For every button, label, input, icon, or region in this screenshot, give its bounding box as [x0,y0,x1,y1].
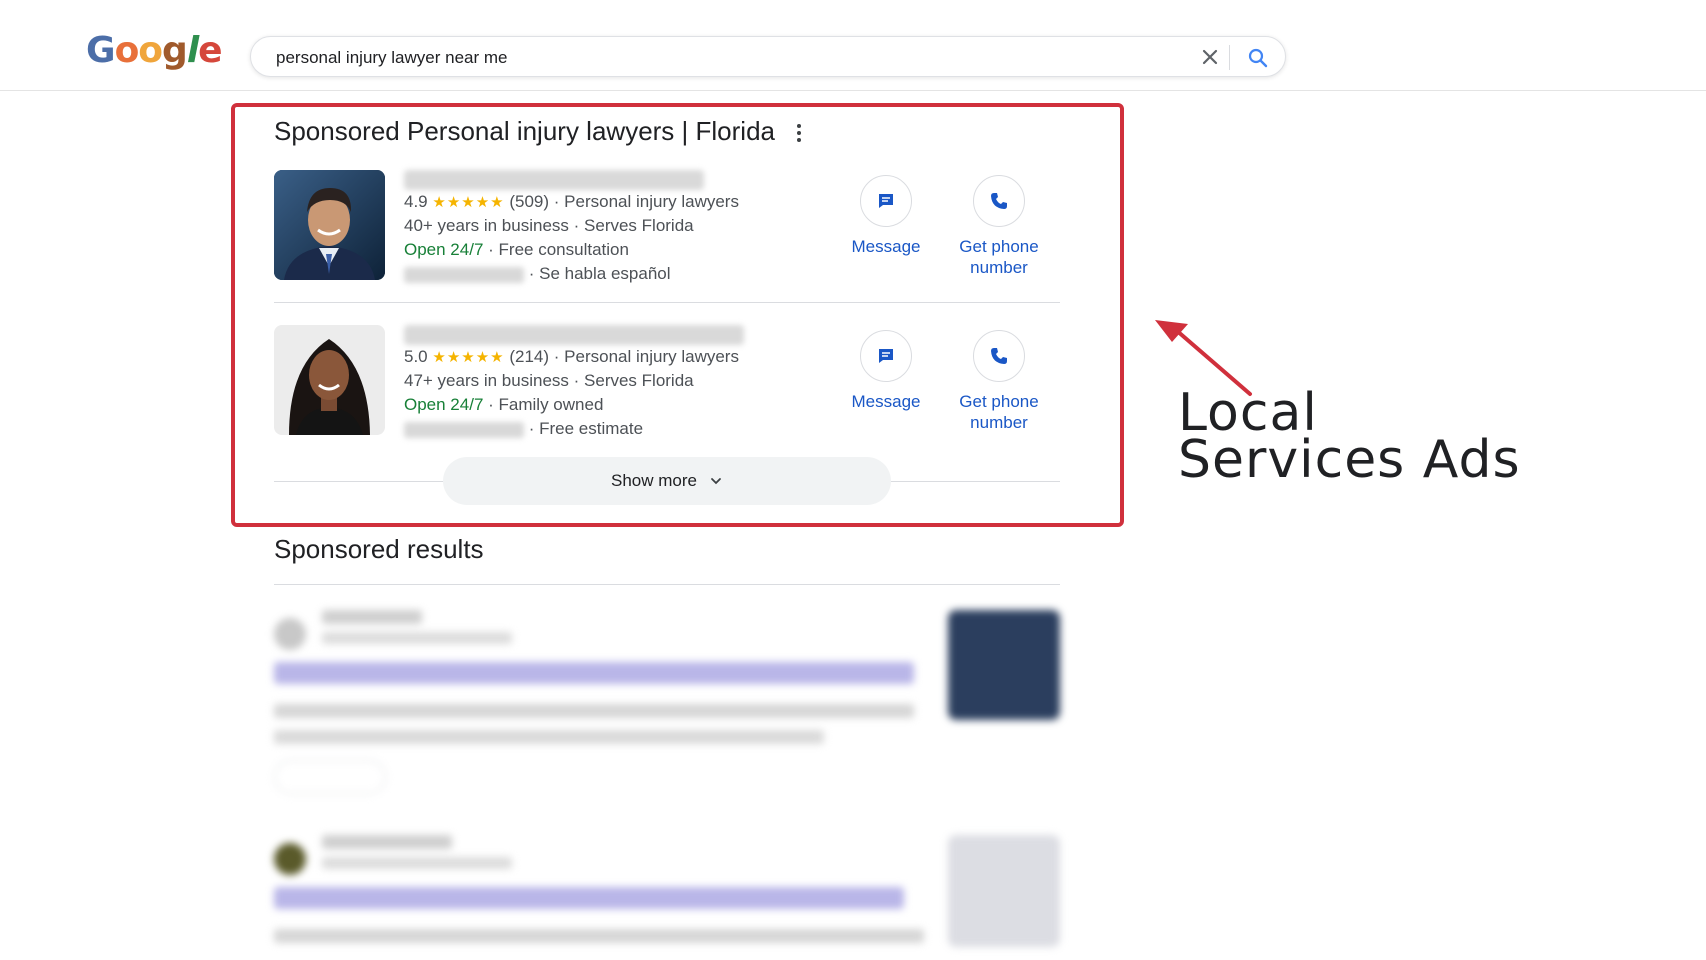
phone-label: Get phone number [959,392,1039,432]
review-count: (214) [509,347,550,366]
site-url-redacted [322,857,512,869]
business-name-redacted[interactable] [404,325,744,345]
lsa-section-title: Sponsored Personal injury lawyers | Flor… [274,116,775,146]
extra-line: · Se habla español [404,264,671,284]
search-input[interactable]: personal injury lawyer near me [276,48,508,68]
message-icon [860,175,912,227]
business-details: 47+ years in business · Serves Florida [404,371,694,391]
years-in-business: 40+ years in business [404,216,569,235]
lawyer-photo [274,170,385,280]
search-header: Google personal injury lawyer near me [0,0,1706,91]
result-description-redacted [274,704,914,718]
get-phone-button[interactable]: Get phone number [944,175,1054,278]
open-status: Open 24/7 [404,395,484,414]
rating-line: 4.9 ★★★★★ (509) · Personal injury lawyer… [404,192,739,212]
annotation-label: Local Services Ads [1178,387,1521,490]
extra-line: · Free estimate [404,419,643,439]
sponsored-results-divider [274,584,1060,585]
chevron-down-icon [711,478,721,485]
message-button[interactable]: Message [831,330,941,412]
sponsored-results-title: Sponsored results [274,534,484,564]
result-description-redacted [274,929,924,943]
result-thumbnail [948,835,1060,947]
result-description-redacted [274,730,824,744]
sponsored-result[interactable] [274,835,1060,960]
business-details: 40+ years in business · Serves Florida [404,216,694,236]
search-box[interactable]: personal injury lawyer near me [250,36,1286,77]
logo-letter: l [186,30,199,71]
extra-feature: · Se habla español [528,264,671,283]
phone-label: Get phone number [959,237,1039,277]
message-icon [860,330,912,382]
site-name-redacted [322,610,422,624]
result-headline-redacted[interactable] [274,662,914,684]
review-count: (509) [509,192,550,211]
search-icon[interactable] [1246,46,1270,70]
logo-letter: o [138,30,163,71]
phone-icon [973,175,1025,227]
close-icon[interactable] [1199,46,1221,68]
show-more-label: Show more [611,471,697,490]
google-logo[interactable]: Google [86,30,223,71]
open-status: Open 24/7 [404,240,484,259]
lawyer-photo [274,325,385,435]
category: · Personal injury lawyers [553,347,739,366]
message-button[interactable]: Message [831,175,941,257]
feature: · Free consultation [488,240,629,259]
category: · Personal injury lawyers [553,192,739,211]
result-headline-redacted[interactable] [274,887,904,909]
logo-letter: o [114,30,140,71]
lsa-ad-card[interactable]: 4.9 ★★★★★ (509) · Personal injury lawyer… [274,170,1060,284]
hours-line: Open 24/7 · Family owned [404,395,603,415]
get-phone-button[interactable]: Get phone number [944,330,1054,433]
years-in-business: 47+ years in business [404,371,569,390]
service-area: · Serves Florida [573,216,694,235]
logo-letter: g [162,30,188,71]
rating-value: 4.9 [404,192,428,211]
hours-line: Open 24/7 · Free consultation [404,240,629,260]
star-icons: ★★★★★ [432,194,505,211]
site-url-redacted [322,632,512,644]
business-name-redacted[interactable] [404,170,704,190]
logo-letter: e [198,30,222,71]
call-button[interactable] [274,760,386,794]
phone-icon [973,330,1025,382]
sponsored-result[interactable] [274,610,1060,800]
rating-line: 5.0 ★★★★★ (214) · Personal injury lawyer… [404,347,739,367]
feature: · Family owned [488,395,604,414]
phone-number-redacted [404,266,524,283]
site-favicon [274,843,306,875]
site-name-redacted [322,835,452,849]
rating-value: 5.0 [404,347,428,366]
site-favicon [274,618,306,650]
logo-letter: G [86,30,116,71]
annotation-line: Services Ads [1178,430,1521,490]
show-more-button[interactable]: Show more [443,457,891,505]
service-area: · Serves Florida [573,371,694,390]
result-thumbnail [948,610,1060,720]
phone-number-redacted [404,421,524,438]
message-label: Message [851,392,921,411]
message-label: Message [851,237,921,256]
more-vert-icon[interactable] [796,124,802,144]
lsa-ad-card[interactable]: 5.0 ★★★★★ (214) · Personal injury lawyer… [274,325,1060,439]
star-icons: ★★★★★ [432,349,505,366]
extra-feature: · Free estimate [528,419,644,438]
search-divider [1229,45,1230,70]
ad-divider [274,302,1060,303]
